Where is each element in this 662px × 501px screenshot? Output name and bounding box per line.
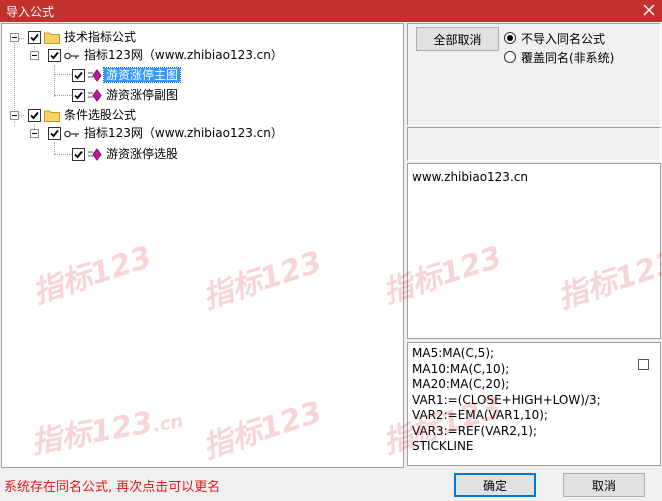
tree-node-label: 指标123网（www.zhibiao123.cn） — [84, 48, 283, 62]
radio-no-import[interactable] — [504, 32, 516, 44]
collapse-icon[interactable] — [10, 111, 19, 120]
tree-node-label: 条件选股公式 — [64, 108, 137, 122]
options-panel: 全部取消 不导入同名公式 覆盖同名(非系统) — [407, 23, 661, 126]
tree-checkbox[interactable] — [72, 148, 85, 161]
tree-node-tech-indicators[interactable]: 技术指标公式 — [2, 28, 402, 46]
radio-overwrite[interactable] — [504, 51, 516, 63]
tree-checkbox[interactable] — [72, 69, 85, 82]
key-icon — [64, 50, 80, 64]
wrap-checkbox[interactable] — [638, 359, 649, 370]
close-icon[interactable] — [640, 1, 658, 19]
tree-node-label: 技术指标公式 — [64, 30, 137, 44]
tree-node-sub-chart[interactable]: 游资涨停副图 — [2, 86, 402, 104]
tree-node-label: 游资涨停选股 — [106, 147, 179, 161]
formula-diamond-icon — [88, 69, 102, 85]
description-text: www.zhibiao123.cn — [412, 170, 528, 184]
folder-icon — [44, 109, 60, 125]
collapse-icon[interactable] — [30, 51, 39, 60]
code-line: MA10:MA(C,10); — [412, 361, 510, 376]
code-line: VAR1:=(CLOSE+HIGH+LOW)/3; — [412, 392, 601, 407]
tree-checkbox[interactable] — [48, 49, 61, 62]
formula-diamond-icon — [88, 89, 102, 105]
tree-node-screen-formula[interactable]: 游资涨停选股 — [2, 145, 402, 163]
tree-checkbox[interactable] — [28, 109, 41, 122]
status-message: 系统存在同名公式, 再次点击可以更名 — [4, 480, 221, 495]
tree-node-site-2[interactable]: 指标123网（www.zhibiao123.cn） — [2, 124, 402, 142]
code-line: MA20:MA(C,20); — [412, 377, 510, 391]
tree-node-label: 游资涨停副图 — [106, 88, 179, 102]
tree-checkbox[interactable] — [48, 127, 61, 140]
title-bar: 导入公式 — [0, 0, 662, 22]
description-box[interactable]: www.zhibiao123.cn — [407, 163, 661, 339]
tree-checkbox[interactable] — [72, 89, 85, 102]
tree-node-label: 游资涨停主图 — [102, 67, 182, 83]
formula-tree[interactable]: 技术指标公式 指标123网（www.zhibiao123.cn） 游资涨停主图 … — [1, 23, 404, 468]
collapse-icon[interactable] — [30, 129, 39, 138]
code-line: VAR2:=EMA(VAR1,10); — [412, 408, 548, 422]
folder-icon — [44, 31, 60, 47]
radio-overwrite-label: 覆盖同名(非系统) — [521, 51, 615, 65]
tree-checkbox[interactable] — [28, 31, 41, 44]
cancel-button[interactable]: 取消 — [563, 473, 645, 497]
tree-node-site-1[interactable]: 指标123网（www.zhibiao123.cn） — [2, 46, 402, 64]
tree-node-main-chart[interactable]: 游资涨停主图 — [2, 66, 402, 84]
tree-node-label: 指标123网（www.zhibiao123.cn） — [84, 126, 283, 140]
key-icon — [64, 128, 80, 142]
ok-button[interactable]: 确定 — [454, 473, 536, 497]
code-line: VAR3:=REF(VAR2,1); — [412, 423, 538, 438]
info-panel — [407, 127, 661, 161]
radio-no-import-label: 不导入同名公式 — [521, 32, 606, 46]
code-line: STICKLINE — [412, 439, 474, 453]
code-line: MA5:MA(C,5); — [412, 346, 495, 360]
formula-source-box[interactable]: MA5:MA(C,5); MA10:MA(C,10); MA20:MA(C,20… — [407, 342, 661, 466]
collapse-icon[interactable] — [10, 33, 19, 42]
deselect-all-button[interactable]: 全部取消 — [416, 27, 499, 51]
window-title: 导入公式 — [6, 5, 55, 19]
tree-node-stock-screen[interactable]: 条件选股公式 — [2, 106, 402, 124]
formula-diamond-icon — [88, 148, 102, 164]
